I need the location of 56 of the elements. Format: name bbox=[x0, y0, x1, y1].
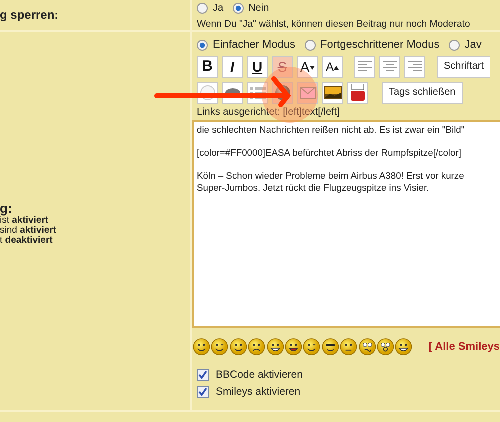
all-smileys-link[interactable]: [ Alle Smileys bbox=[428, 341, 500, 353]
video-icon bbox=[350, 84, 364, 101]
smiley-icon[interactable] bbox=[395, 338, 413, 356]
radio-button[interactable] bbox=[448, 40, 460, 50]
align-center-button[interactable] bbox=[379, 56, 400, 78]
align-left-icon bbox=[358, 60, 372, 72]
lock-topic-label: g sperren: bbox=[0, 8, 59, 22]
checkbox[interactable] bbox=[197, 369, 209, 381]
mode-label: Jav bbox=[464, 39, 482, 51]
radio-button[interactable] bbox=[197, 3, 208, 14]
italic-button[interactable]: I bbox=[222, 56, 243, 78]
checkbox-label: Smileys aktivieren bbox=[216, 386, 301, 398]
caret-icon bbox=[310, 66, 315, 70]
mode-label: Einfacher Modus bbox=[213, 39, 296, 51]
section-heading: g: bbox=[0, 202, 14, 216]
smiley-icon[interactable] bbox=[340, 338, 358, 356]
radio-button[interactable] bbox=[197, 40, 208, 50]
mode-label: Fortgeschrittener Modus bbox=[320, 39, 440, 51]
checkbox-label: BBCode aktivieren bbox=[216, 369, 303, 381]
help-text: Links ausgerichtet: [left]text[/left] bbox=[197, 107, 341, 119]
image-button[interactable] bbox=[322, 82, 343, 104]
underline-button[interactable]: U bbox=[247, 56, 268, 78]
caret-icon bbox=[334, 66, 339, 70]
smiley-icon[interactable] bbox=[193, 338, 210, 356]
video-button[interactable] bbox=[347, 82, 368, 104]
radio-button[interactable] bbox=[304, 40, 316, 50]
smiley-icon[interactable] bbox=[377, 338, 394, 356]
align-right-button[interactable] bbox=[404, 56, 425, 78]
status-line: ist aktiviert bbox=[0, 216, 50, 226]
status-line: sind aktiviert bbox=[0, 226, 58, 236]
smiley-icon[interactable] bbox=[322, 338, 340, 356]
smiley-icon[interactable] bbox=[248, 338, 266, 356]
circle-icon bbox=[200, 84, 216, 100]
align-right-icon bbox=[408, 60, 422, 72]
smiley-icon[interactable] bbox=[358, 338, 376, 356]
bigger-button[interactable]: A bbox=[322, 56, 343, 78]
smiley-icon[interactable] bbox=[211, 338, 229, 356]
smaller-button[interactable]: A bbox=[297, 56, 318, 78]
smiley-icon[interactable] bbox=[285, 338, 302, 356]
align-center-icon bbox=[382, 60, 396, 72]
envelope-icon bbox=[300, 86, 316, 98]
status-line: t deaktiviert bbox=[0, 236, 54, 246]
message-textarea[interactable]: die schlechten Nachrichten reißen nicht ab. Es ist zwar ein "Bild" [color=#FF0000]EASA befürchtet Abriss der Rumpfspitze[/color] Köln – Schon wieder Probleme beim Airbus A380! Erst vor kurze Super-Jumbos. Jetzt rückt die Flugzeugspitze ins Visier. bbox=[192, 120, 500, 328]
checkbox[interactable] bbox=[197, 386, 209, 398]
close-tags-button[interactable]: Tags schließen bbox=[382, 82, 463, 104]
radio-button[interactable] bbox=[232, 3, 244, 14]
image-icon bbox=[324, 86, 342, 99]
smiley-icon[interactable] bbox=[303, 338, 321, 356]
option-label: Ja bbox=[213, 3, 224, 14]
smiley-icon[interactable] bbox=[230, 338, 248, 356]
hint-text: Wenn Du "Ja" wählst, können diesen Beitrag nur noch Moderato bbox=[197, 19, 472, 30]
smiley-icon[interactable] bbox=[266, 338, 284, 356]
align-left-button[interactable] bbox=[354, 56, 375, 78]
option-label: Nein bbox=[248, 3, 270, 14]
bold-button[interactable]: B bbox=[197, 56, 218, 78]
font-button[interactable]: Schriftart bbox=[437, 56, 490, 78]
